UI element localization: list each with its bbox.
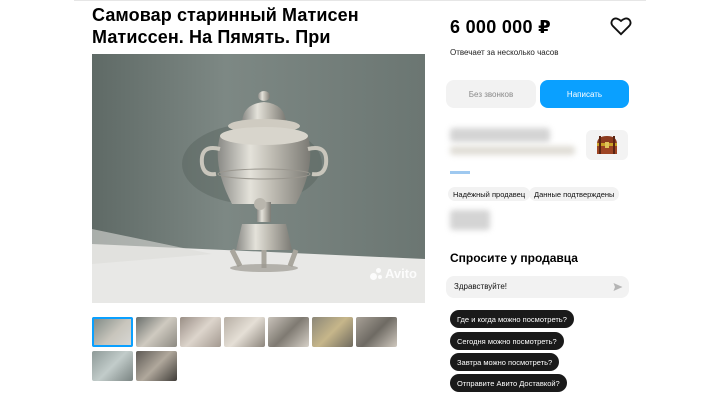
quick-question-3[interactable]: Завтра можно посмотреть? bbox=[450, 353, 560, 371]
main-photo[interactable]: Avito bbox=[92, 54, 425, 303]
heart-icon[interactable] bbox=[610, 16, 632, 36]
listing-price: 6 000 000 ₽ bbox=[450, 17, 551, 37]
avito-watermark: Avito bbox=[369, 266, 417, 281]
seller-rating-blurred bbox=[450, 146, 575, 155]
thumbnail-4[interactable] bbox=[224, 317, 265, 347]
no-calls-button: Без звонков bbox=[446, 80, 536, 108]
thumbnail-6[interactable] bbox=[312, 317, 353, 347]
reply-time: Отвечает за несколько часов bbox=[450, 48, 559, 57]
seller-name-blurred[interactable] bbox=[450, 128, 550, 142]
send-icon[interactable] bbox=[613, 282, 623, 292]
badge-data-verified: Данные подтверждены bbox=[529, 187, 620, 201]
quick-question-2[interactable]: Сегодня можно посмотреть? bbox=[450, 332, 564, 350]
thumbnail-9[interactable] bbox=[136, 351, 177, 381]
thumbnail-2[interactable] bbox=[136, 317, 177, 347]
seller-link-blurred[interactable] bbox=[450, 171, 470, 174]
thumbnail-5[interactable] bbox=[268, 317, 309, 347]
avito-logo-icon bbox=[369, 267, 382, 280]
ask-seller-title: Спросите у продавца bbox=[450, 251, 578, 265]
thumbnail-1[interactable] bbox=[92, 317, 133, 347]
message-input-value: Здравствуйте! bbox=[454, 282, 508, 291]
write-button[interactable]: Написать bbox=[540, 80, 629, 108]
message-input[interactable]: Здравствуйте! bbox=[446, 276, 629, 298]
treasure-chest-icon[interactable] bbox=[586, 130, 628, 160]
badge-reliable-seller: Надёжный продавец bbox=[448, 187, 531, 201]
thumbnail-8[interactable] bbox=[92, 351, 133, 381]
thumbnail-3[interactable] bbox=[180, 317, 221, 347]
thumbnail-strip bbox=[92, 317, 402, 381]
quick-question-1[interactable]: Где и когда можно посмотреть? bbox=[450, 310, 574, 328]
seller-extra-blurred bbox=[450, 210, 490, 230]
quick-question-4[interactable]: Отправите Авито Доставкой? bbox=[450, 374, 567, 392]
listing-title: Самовар старинный Матисен Матиссен. На П… bbox=[92, 5, 359, 47]
header-divider bbox=[74, 0, 646, 1]
thumbnail-7[interactable] bbox=[356, 317, 397, 347]
